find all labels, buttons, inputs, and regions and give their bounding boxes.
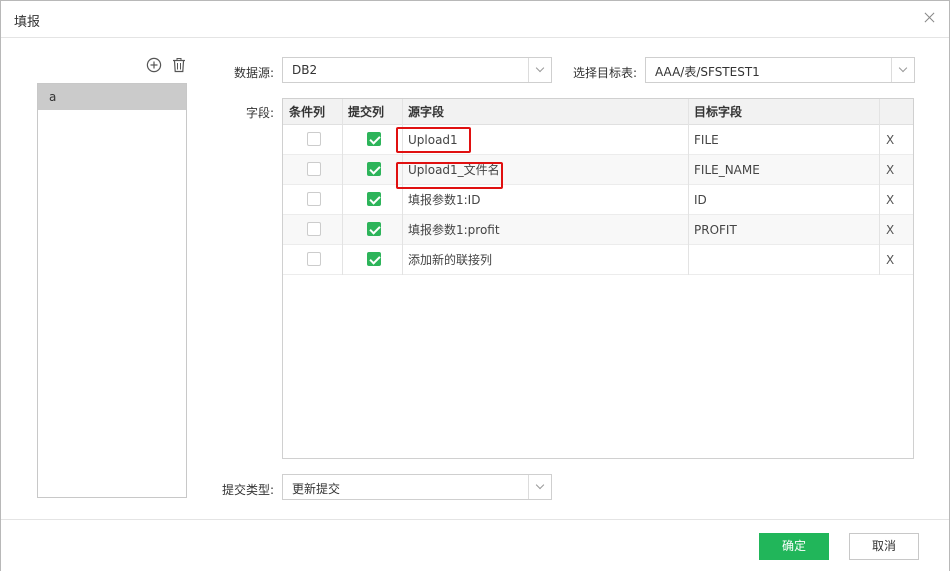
trash-icon[interactable] <box>171 57 187 73</box>
delete-row-button[interactable]: X <box>886 245 894 275</box>
source-field: 添加新的联接列 <box>408 253 493 267</box>
submit-type-value: 更新提交 <box>292 482 341 496</box>
table-row: 填报参数1:ID ID X <box>283 185 913 215</box>
dialog-titlebar: 填报 <box>1 1 949 38</box>
dialog-footer: 确定 取消 <box>1 519 949 571</box>
chevron-down-icon[interactable] <box>528 475 551 499</box>
condition-checkbox[interactable] <box>307 132 321 146</box>
submit-checkbox[interactable] <box>367 192 381 206</box>
list-item[interactable]: a <box>38 84 186 110</box>
condition-checkbox[interactable] <box>307 252 321 266</box>
table-row: Upload1 FILE X <box>283 125 913 155</box>
column-divider <box>688 99 689 275</box>
header-target: 目标字段 <box>694 105 743 119</box>
fill-list-panel: a <box>37 83 187 498</box>
submit-checkbox[interactable] <box>367 162 381 176</box>
confirm-button[interactable]: 确定 <box>759 533 829 560</box>
target-field[interactable]: PROFIT <box>694 215 737 245</box>
header-submit: 提交列 <box>348 105 385 119</box>
submit-checkbox[interactable] <box>367 222 381 236</box>
target-table-select[interactable]: AAA/表/SFSTEST1 <box>645 57 915 83</box>
target-field[interactable]: FILE <box>694 125 719 155</box>
dialog-title: 填报 <box>14 15 41 30</box>
condition-checkbox[interactable] <box>307 192 321 206</box>
add-circle-icon[interactable] <box>146 57 162 73</box>
delete-row-button[interactable]: X <box>886 155 894 185</box>
table-row: 填报参数1:profit PROFIT X <box>283 215 913 245</box>
chevron-down-icon[interactable] <box>891 58 914 82</box>
submit-type-select[interactable]: 更新提交 <box>282 474 552 500</box>
highlight-box <box>396 127 471 153</box>
condition-checkbox[interactable] <box>307 162 321 176</box>
source-field: 填报参数1:profit <box>408 223 500 237</box>
datasource-label: 数据源: <box>233 66 274 80</box>
fields-label: 字段: <box>245 106 274 120</box>
table-row: 添加新的联接列 X <box>283 245 913 275</box>
target-field[interactable]: ID <box>694 185 707 215</box>
delete-row-button[interactable]: X <box>886 125 894 155</box>
condition-checkbox[interactable] <box>307 222 321 236</box>
highlight-box <box>396 162 503 189</box>
table-header: 条件列 提交列 源字段 目标字段 <box>283 99 913 125</box>
header-source: 源字段 <box>408 105 445 119</box>
datasource-select[interactable]: DB2 <box>282 57 552 83</box>
field-mapping-table: 条件列 提交列 源字段 目标字段 Upload1 FILE X Upload1_… <box>282 98 914 459</box>
source-field: 填报参数1:ID <box>408 193 481 207</box>
target-field[interactable]: FILE_NAME <box>694 155 760 185</box>
column-divider <box>879 99 880 275</box>
submit-checkbox[interactable] <box>367 252 381 266</box>
column-divider <box>342 99 343 275</box>
delete-row-button[interactable]: X <box>886 185 894 215</box>
header-condition: 条件列 <box>289 105 326 119</box>
chevron-down-icon[interactable] <box>528 58 551 82</box>
fill-report-dialog: 填报 a 数据源: DB2 选择目标表: AAA/表/SFSTEST1 字段: … <box>0 0 950 571</box>
delete-row-button[interactable]: X <box>886 215 894 245</box>
target-table-value: AAA/表/SFSTEST1 <box>655 65 760 79</box>
datasource-value: DB2 <box>292 63 318 77</box>
cancel-button[interactable]: 取消 <box>849 533 919 560</box>
close-icon[interactable] <box>921 9 939 27</box>
target-table-label: 选择目标表: <box>572 66 637 80</box>
submit-checkbox[interactable] <box>367 132 381 146</box>
table-row: Upload1_文件名 FILE_NAME X <box>283 155 913 185</box>
submit-type-label: 提交类型: <box>221 483 274 497</box>
